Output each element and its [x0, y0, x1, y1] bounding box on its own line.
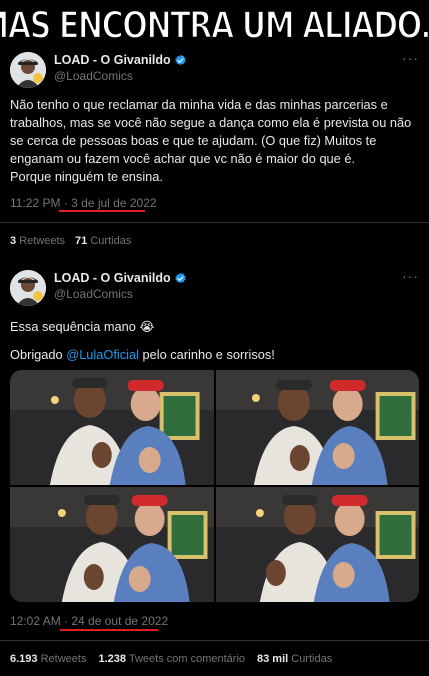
highlight-underline: [59, 210, 145, 212]
likes-label: Curtidas: [291, 653, 333, 665]
tweet-stats: 6.193 Retweets 1.238 Tweets com comentár…: [10, 653, 332, 665]
photo-3[interactable]: [10, 487, 214, 602]
avatar[interactable]: [10, 52, 46, 88]
meme-caption: MAS ENCONTRA UM ALIADO...: [0, 2, 429, 47]
divider: [0, 640, 429, 641]
likes-count: 71: [75, 235, 88, 247]
photo-2[interactable]: [215, 370, 419, 485]
photo-grid: [10, 370, 419, 602]
quote-tweets-stat[interactable]: 1.238 Tweets com comentário: [98, 653, 245, 665]
tweet-text: Não tenho o que reclamar da minha vida e…: [10, 97, 412, 166]
likes-stat[interactable]: 83 mil Curtidas: [257, 653, 332, 665]
photo-1[interactable]: [10, 370, 214, 485]
thanks-text-start: Obrigado: [10, 347, 67, 362]
avatar[interactable]: [10, 270, 46, 306]
meta-separator: ·: [60, 614, 72, 628]
tweet-date: 3 de jul de 2022: [71, 196, 157, 210]
tweet-card-2[interactable]: LOAD - O Givanildo @LoadComics ··· Essa …: [0, 262, 429, 676]
author-handle[interactable]: @LoadComics: [54, 287, 133, 301]
more-options-icon[interactable]: ···: [402, 268, 419, 284]
tweet-timestamp[interactable]: 11:22 PM · 3 de jul de 2022: [10, 196, 157, 210]
author-handle[interactable]: @LoadComics: [54, 69, 133, 83]
retweets-label: Retweets: [19, 235, 66, 247]
verified-badge-icon: [174, 272, 187, 285]
tweet-time: 11:22 PM: [10, 196, 61, 210]
author-display-name[interactable]: LOAD - O Givanildo: [54, 271, 171, 285]
mention-link[interactable]: @LulaOficial: [66, 347, 139, 362]
retweets-stat[interactable]: 6.193 Retweets: [10, 653, 86, 665]
quote-tweets-label: Tweets com comentário: [128, 653, 245, 665]
likes-label: Curtidas: [90, 235, 132, 247]
quote-tweets-count: 1.238: [98, 653, 126, 665]
tweet-time: 12:02 AM: [10, 614, 61, 628]
thanks-text-end: pelo carinho e sorrisos!: [138, 347, 275, 362]
verified-badge-icon: [174, 54, 187, 67]
retweets-stat[interactable]: 3 Retweets: [10, 235, 65, 247]
tweet-text-line2: Porque ninguém te ensina.: [10, 169, 163, 184]
highlight-underline: [60, 629, 158, 631]
retweets-label: Retweets: [40, 653, 87, 665]
tweet-card-1[interactable]: LOAD - O Givanildo @LoadComics ··· Não t…: [0, 44, 429, 260]
tweet-text-line2: Obrigado @LulaOficial pelo carinho e sor…: [10, 346, 420, 364]
tweet-stats: 3 Retweets 71 Curtidas: [10, 235, 131, 247]
retweets-count: 6.193: [10, 653, 38, 665]
more-options-icon[interactable]: ···: [402, 50, 419, 66]
tweet-date: 24 de out de 2022: [71, 614, 169, 628]
divider: [0, 222, 429, 223]
tweet-timestamp[interactable]: 12:02 AM · 24 de out de 2022: [10, 614, 168, 628]
retweets-count: 3: [10, 235, 17, 247]
likes-stat[interactable]: 71 Curtidas: [75, 235, 131, 247]
meta-separator: ·: [60, 196, 72, 210]
tweet-text: Essa sequência mano 😭: [10, 319, 155, 334]
likes-count: 83 mil: [257, 653, 289, 665]
author-display-name[interactable]: LOAD - O Givanildo: [54, 53, 171, 67]
photo-4[interactable]: [215, 487, 419, 602]
